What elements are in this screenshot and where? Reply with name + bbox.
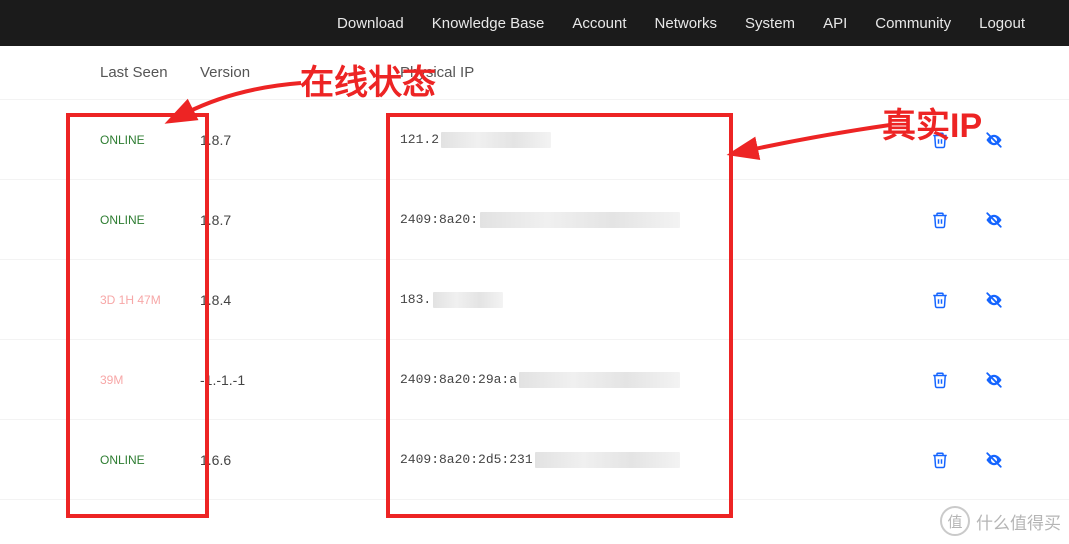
- trash-icon: [931, 131, 949, 149]
- ip-prefix: 2409:8a20:2d5:231: [400, 452, 533, 467]
- trash-icon: [931, 291, 949, 309]
- cell-last-seen: 39M: [0, 373, 200, 387]
- eye-off-icon: [985, 451, 1003, 469]
- visibility-button[interactable]: [983, 289, 1005, 311]
- cell-physical-ip: 183.: [340, 292, 680, 308]
- cell-actions: [680, 289, 1069, 311]
- visibility-button[interactable]: [983, 209, 1005, 231]
- ip-redacted: [441, 132, 551, 148]
- table-row: ONLINE1.8.7 2409:8a20:: [0, 180, 1069, 260]
- header-version: Version: [200, 64, 340, 81]
- table-row: 39M-1.-1.-1 2409:8a20:29a:a: [0, 340, 1069, 420]
- ip-redacted: [480, 212, 680, 228]
- table-row: 3D 1H 47M1.8.4 183.: [0, 260, 1069, 340]
- cell-last-seen: ONLINE: [0, 133, 200, 147]
- cell-version: -1.-1.-1: [200, 372, 340, 388]
- cell-last-seen: ONLINE: [0, 453, 200, 467]
- ip-prefix: 2409:8a20:: [400, 212, 478, 227]
- cell-version: 1.8.4: [200, 292, 340, 308]
- cell-actions: [680, 129, 1069, 151]
- header-last-seen: Last Seen: [0, 64, 200, 81]
- nav-system[interactable]: System: [731, 0, 809, 46]
- cell-version: 1.8.7: [200, 132, 340, 148]
- trash-icon: [931, 371, 949, 389]
- cell-physical-ip: 2409:8a20:2d5:231: [340, 452, 680, 468]
- ip-prefix: 121.2: [400, 132, 439, 147]
- delete-button[interactable]: [929, 369, 951, 391]
- trash-icon: [931, 451, 949, 469]
- cell-physical-ip: 2409:8a20:: [340, 212, 680, 228]
- top-nav: Download Knowledge Base Account Networks…: [0, 0, 1069, 46]
- table-row: ONLINE1.8.7 121.2: [0, 100, 1069, 180]
- eye-off-icon: [985, 371, 1003, 389]
- table-body: ONLINE1.8.7121.2ONLINE1.8.72409:8a20:3D …: [0, 100, 1069, 500]
- ip-prefix: 183.: [400, 292, 431, 307]
- nav-download[interactable]: Download: [323, 0, 418, 46]
- eye-off-icon: [985, 131, 1003, 149]
- trash-icon: [931, 211, 949, 229]
- visibility-button[interactable]: [983, 449, 1005, 471]
- nav-api[interactable]: API: [809, 0, 861, 46]
- cell-actions: [680, 369, 1069, 391]
- ip-prefix: 2409:8a20:29a:a: [400, 372, 517, 387]
- nav-knowledge-base[interactable]: Knowledge Base: [418, 0, 559, 46]
- nav-logout[interactable]: Logout: [965, 0, 1039, 46]
- header-physical-ip: Physical IP: [340, 64, 680, 81]
- watermark-text: 什么值得买: [976, 509, 1061, 534]
- cell-physical-ip: 121.2: [340, 132, 680, 148]
- table-header: Last Seen Version Physical IP: [0, 46, 1069, 100]
- eye-off-icon: [985, 291, 1003, 309]
- delete-button[interactable]: [929, 129, 951, 151]
- ip-redacted: [535, 452, 680, 468]
- cell-version: 1.8.7: [200, 212, 340, 228]
- ip-redacted: [433, 292, 503, 308]
- cell-last-seen: 3D 1H 47M: [0, 293, 200, 307]
- cell-physical-ip: 2409:8a20:29a:a: [340, 372, 680, 388]
- cell-actions: [680, 209, 1069, 231]
- delete-button[interactable]: [929, 289, 951, 311]
- ip-redacted: [519, 372, 680, 388]
- cell-version: 1.6.6: [200, 452, 340, 468]
- nav-account[interactable]: Account: [558, 0, 640, 46]
- delete-button[interactable]: [929, 209, 951, 231]
- delete-button[interactable]: [929, 449, 951, 471]
- cell-actions: [680, 449, 1069, 471]
- table-row: ONLINE1.6.6 2409:8a20:2d5:231: [0, 420, 1069, 500]
- eye-off-icon: [985, 211, 1003, 229]
- cell-last-seen: ONLINE: [0, 213, 200, 227]
- nav-networks[interactable]: Networks: [641, 0, 732, 46]
- watermark: 值 什么值得买: [940, 506, 1061, 536]
- watermark-icon: 值: [940, 506, 970, 536]
- visibility-button[interactable]: [983, 369, 1005, 391]
- visibility-button[interactable]: [983, 129, 1005, 151]
- nav-community[interactable]: Community: [861, 0, 965, 46]
